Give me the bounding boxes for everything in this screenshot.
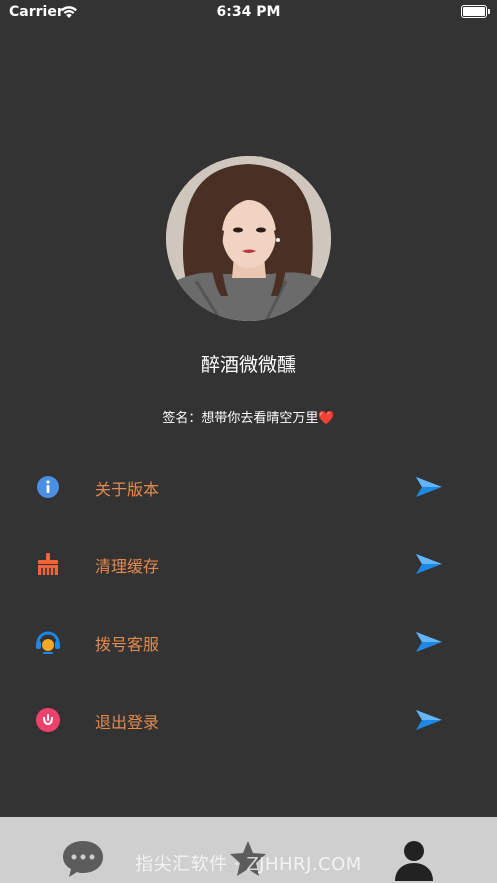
avatar[interactable] [166,156,331,321]
logout-icon [36,708,60,732]
clock-time: 6:34 PM [216,4,281,20]
status-bar: Carrier 6:34 PM [0,0,497,26]
menu-item-call-service[interactable]: 拨号客服 [0,612,497,672]
battery-icon [461,5,490,18]
send-arrow-icon [416,710,442,730]
menu-item-about-version[interactable]: 关于版本 [0,457,497,517]
signature-text: 签名：想带你去看晴空万里 [162,411,319,426]
avatar-photo [166,156,331,321]
send-arrow-icon [416,632,442,652]
watermark-text: 指尖汇软件 · ZJHHRJ.COM [135,854,362,875]
menu-label: 关于版本 [95,480,160,499]
menu-label: 退出登录 [95,713,160,732]
user-nickname: 醉酒微微醺 [200,354,296,376]
broom-icon [38,553,58,575]
menu-item-logout[interactable]: 退出登录 [0,690,497,750]
heart-emoji: ❤️ [318,411,335,426]
send-arrow-icon [416,477,442,497]
menu-label: 清理缓存 [95,557,160,576]
send-arrow-icon [416,554,442,574]
user-signature: 签名：想带你去看晴空万里❤️ [0,407,497,426]
menu-item-clear-cache[interactable]: 清理缓存 [0,534,497,594]
headset-icon [36,631,60,654]
info-icon [37,476,59,498]
menu-label: 拨号客服 [95,635,160,654]
